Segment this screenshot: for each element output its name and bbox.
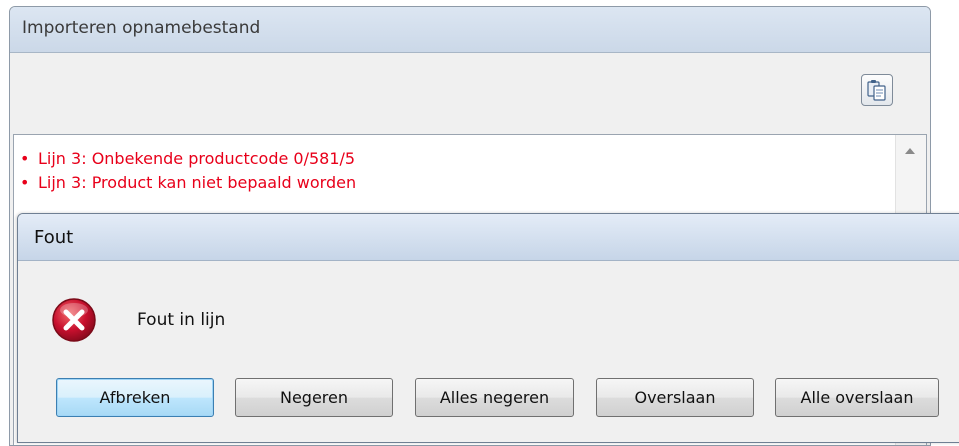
message-text: Lijn 3: Product kan niet bepaald worden [38, 173, 357, 192]
scroll-up-arrow-icon[interactable] [905, 148, 915, 154]
copy-button[interactable] [861, 74, 893, 106]
bullet-icon: • [20, 149, 30, 168]
message-text: Lijn 3: Onbekende productcode 0/581/5 [38, 149, 356, 168]
alles-negeren-button[interactable]: Alles negeren [415, 378, 574, 417]
dialog-body: Fout in lijn Afbreken Negeren Alles nege… [18, 261, 959, 442]
error-dialog: Fout Fout in lijn Afbreken Negeren Alles… [17, 213, 959, 443]
negeren-button[interactable]: Negeren [235, 378, 393, 417]
overslaan-button[interactable]: Overslaan [596, 378, 754, 417]
alle-overslaan-button[interactable]: Alle overslaan [775, 378, 939, 417]
list-item: • Lijn 3: Product kan niet bepaald worde… [14, 171, 926, 195]
import-toolbar [10, 53, 930, 133]
afbreken-button[interactable]: Afbreken [56, 378, 214, 417]
import-window-title: Importeren opnamebestand [10, 7, 930, 53]
copy-clipboard-icon [867, 80, 886, 101]
list-item: • Lijn 3: Onbekende productcode 0/581/5 [14, 147, 926, 171]
dialog-message: Fout in lijn [137, 310, 226, 330]
error-icon [52, 298, 96, 342]
dialog-title: Fout [18, 214, 959, 261]
bullet-icon: • [20, 173, 30, 192]
